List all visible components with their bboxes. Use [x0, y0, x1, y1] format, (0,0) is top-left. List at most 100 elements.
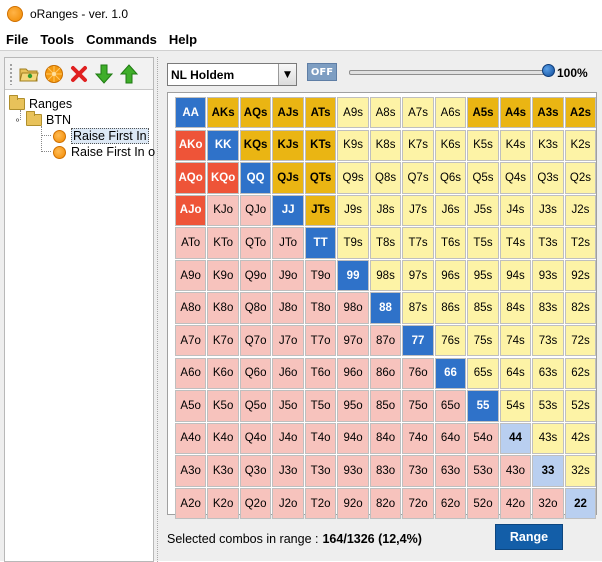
hand-cell-kjo[interactable]: KJo: [207, 194, 239, 227]
hand-cell-62s[interactable]: 62s: [564, 357, 597, 390]
hand-cell-k5o[interactable]: K5o: [207, 390, 239, 422]
hand-cell-76s[interactable]: 76s: [434, 325, 467, 357]
hand-cell-aa[interactable]: AA: [175, 97, 207, 129]
hand-cell-qto[interactable]: QTo: [239, 227, 272, 259]
move-down-button[interactable]: [93, 63, 115, 85]
hand-cell-83o[interactable]: 83o: [369, 455, 402, 487]
hand-cell-75s[interactable]: 75s: [467, 325, 499, 357]
hand-cell-j4o[interactable]: J4o: [272, 422, 304, 455]
hand-cell-86s[interactable]: 86s: [434, 292, 467, 324]
hand-cell-ako[interactable]: AKo: [175, 129, 207, 161]
hand-cell-q6o[interactable]: Q6o: [239, 357, 272, 390]
hand-cell-j4s[interactable]: J4s: [499, 194, 532, 227]
hand-cell-k3o[interactable]: K3o: [207, 455, 239, 487]
hand-cell-92o[interactable]: 92o: [337, 487, 369, 520]
hand-cell-a2o[interactable]: A2o: [175, 487, 207, 520]
hand-cell-65o[interactable]: 65o: [434, 390, 467, 422]
menu-help[interactable]: Help: [163, 32, 203, 47]
hand-cell-t6s[interactable]: T6s: [434, 227, 467, 259]
hand-cell-98s[interactable]: 98s: [369, 259, 402, 292]
tree-node-btn[interactable]: ⚬ BTN: [9, 111, 153, 128]
hand-cell-92s[interactable]: 92s: [564, 259, 597, 292]
hand-cell-kts[interactable]: KTs: [304, 129, 337, 161]
hand-cell-85s[interactable]: 85s: [467, 292, 499, 324]
game-type-select[interactable]: NL Holdem ▼: [167, 63, 297, 86]
hand-cell-63o[interactable]: 63o: [434, 455, 467, 487]
hand-cell-t5o[interactable]: T5o: [304, 390, 337, 422]
hand-cell-q6s[interactable]: Q6s: [434, 162, 467, 194]
hand-cell-94o[interactable]: 94o: [337, 422, 369, 455]
hand-cell-72s[interactable]: 72s: [564, 325, 597, 357]
hand-cell-64s[interactable]: 64s: [499, 357, 532, 390]
hand-cell-q5o[interactable]: Q5o: [239, 390, 272, 422]
hand-cell-j3s[interactable]: J3s: [532, 194, 564, 227]
hand-cell-73s[interactable]: 73s: [532, 325, 564, 357]
hand-cell-jts[interactable]: JTs: [304, 194, 337, 227]
hand-cell-88[interactable]: 88: [369, 292, 402, 324]
off-toggle-button[interactable]: OFF: [307, 63, 337, 81]
hand-cell-t7s[interactable]: T7s: [402, 227, 434, 259]
hand-cell-76o[interactable]: 76o: [402, 357, 434, 390]
hand-cell-a2s[interactable]: A2s: [564, 97, 597, 129]
hand-cell-aqs[interactable]: AQs: [239, 97, 272, 129]
hand-cell-aqo[interactable]: AQo: [175, 162, 207, 194]
hand-cell-k2o[interactable]: K2o: [207, 487, 239, 520]
hand-cell-93s[interactable]: 93s: [532, 259, 564, 292]
hand-cell-98o[interactable]: 98o: [337, 292, 369, 324]
hand-cell-65s[interactable]: 65s: [467, 357, 499, 390]
hand-cell-j8s[interactable]: J8s: [369, 194, 402, 227]
menu-tools[interactable]: Tools: [34, 32, 80, 47]
hand-cell-ajs[interactable]: AJs: [272, 97, 304, 129]
hand-cell-j2s[interactable]: J2s: [564, 194, 597, 227]
hand-cell-52s[interactable]: 52s: [564, 390, 597, 422]
hand-cell-95s[interactable]: 95s: [467, 259, 499, 292]
hand-cell-k4o[interactable]: K4o: [207, 422, 239, 455]
hand-cell-k8o[interactable]: K8o: [207, 292, 239, 324]
hand-cell-t5s[interactable]: T5s: [467, 227, 499, 259]
hand-cell-84o[interactable]: 84o: [369, 422, 402, 455]
hand-cell-j7o[interactable]: J7o: [272, 325, 304, 357]
hand-cell-99[interactable]: 99: [337, 259, 369, 292]
hand-cell-t3s[interactable]: T3s: [532, 227, 564, 259]
hand-cell-q2o[interactable]: Q2o: [239, 487, 272, 520]
hand-cell-32s[interactable]: 32s: [564, 455, 597, 487]
hand-cell-a6o[interactable]: A6o: [175, 357, 207, 390]
hand-cell-64o[interactable]: 64o: [434, 422, 467, 455]
hand-cell-kk[interactable]: KK: [207, 129, 239, 161]
hand-cell-42o[interactable]: 42o: [499, 487, 532, 520]
hand-cell-q3o[interactable]: Q3o: [239, 455, 272, 487]
hand-cell-k7o[interactable]: K7o: [207, 325, 239, 357]
hand-cell-82s[interactable]: 82s: [564, 292, 597, 324]
hand-cell-ajo[interactable]: AJo: [175, 194, 207, 227]
hand-cell-73o[interactable]: 73o: [402, 455, 434, 487]
hand-cell-q2s[interactable]: Q2s: [564, 162, 597, 194]
hand-cell-q8s[interactable]: Q8s: [369, 162, 402, 194]
open-folder-button[interactable]: [18, 63, 40, 85]
menu-commands[interactable]: Commands: [80, 32, 163, 47]
hand-cell-72o[interactable]: 72o: [402, 487, 434, 520]
hand-cell-75o[interactable]: 75o: [402, 390, 434, 422]
hand-cell-97s[interactable]: 97s: [402, 259, 434, 292]
hand-cell-95o[interactable]: 95o: [337, 390, 369, 422]
hand-cell-93o[interactable]: 93o: [337, 455, 369, 487]
hand-cell-k8s[interactable]: K8s: [369, 129, 402, 161]
hand-cell-t2o[interactable]: T2o: [304, 487, 337, 520]
hand-cell-a4o[interactable]: A4o: [175, 422, 207, 455]
hand-cell-a9o[interactable]: A9o: [175, 259, 207, 292]
hand-cell-53s[interactable]: 53s: [532, 390, 564, 422]
hand-cell-44[interactable]: 44: [499, 422, 532, 455]
hand-cell-kjs[interactable]: KJs: [272, 129, 304, 161]
hand-cell-a7s[interactable]: A7s: [402, 97, 434, 129]
chevron-down-icon[interactable]: ▼: [278, 64, 296, 85]
hand-cell-k5s[interactable]: K5s: [467, 129, 499, 161]
move-up-button[interactable]: [118, 63, 140, 85]
hand-cell-kto[interactable]: KTo: [207, 227, 239, 259]
hand-cell-87o[interactable]: 87o: [369, 325, 402, 357]
hand-cell-32o[interactable]: 32o: [532, 487, 564, 520]
hand-cell-j2o[interactable]: J2o: [272, 487, 304, 520]
hand-cell-t6o[interactable]: T6o: [304, 357, 337, 390]
hand-cell-a5o[interactable]: A5o: [175, 390, 207, 422]
new-range-button[interactable]: [43, 63, 65, 85]
hand-cell-t8o[interactable]: T8o: [304, 292, 337, 324]
hand-cell-62o[interactable]: 62o: [434, 487, 467, 520]
